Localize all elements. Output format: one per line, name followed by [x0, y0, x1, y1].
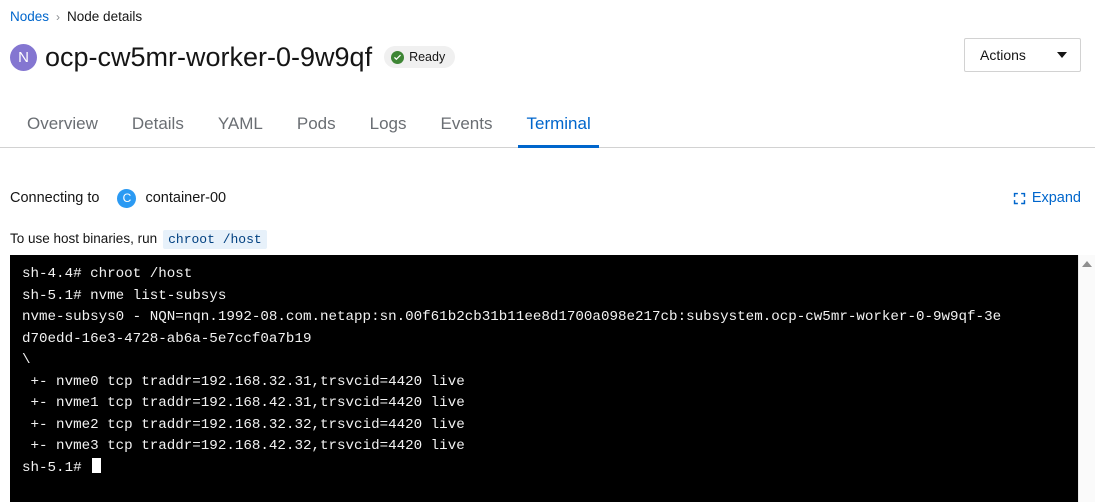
check-circle-icon	[391, 50, 405, 64]
actions-button[interactable]: Actions	[964, 38, 1081, 72]
tab-overview[interactable]: Overview	[10, 100, 115, 147]
chevron-down-icon	[1057, 52, 1067, 58]
tab-label: Terminal	[526, 113, 591, 133]
tab-details[interactable]: Details	[115, 100, 201, 147]
terminal-line: d70edd-16e3-4728-ab6a-5e7ccf0a7b19	[22, 330, 312, 347]
actions-button-label: Actions	[980, 47, 1026, 63]
tab-label: Details	[131, 113, 184, 133]
expand-button[interactable]: Expand	[1013, 190, 1081, 206]
terminal-connection-bar: Connecting to C container-00 Expand	[10, 186, 1081, 210]
terminal-output[interactable]: sh-4.4# chroot /host sh-5.1# nvme list-su…	[10, 255, 1078, 502]
tab-events[interactable]: Events	[424, 100, 510, 147]
tab-pods[interactable]: Pods	[280, 100, 353, 147]
terminal-line: +- nvme2 tcp traddr=192.168.32.32,trsvci…	[22, 416, 465, 433]
expand-label: Expand	[1031, 190, 1081, 206]
node-details-page: Nodes › Node details N ocp-cw5mr-worker-…	[0, 0, 1095, 502]
scroll-up-arrow-icon[interactable]	[1082, 261, 1092, 267]
expand-icon	[1013, 192, 1025, 204]
breadcrumb: Nodes › Node details	[10, 8, 142, 26]
tab-label: Pods	[296, 113, 336, 133]
terminal-line: \	[22, 352, 31, 368]
hint-text: To use host binaries, run	[10, 231, 158, 246]
tab-label: Overview	[27, 113, 98, 133]
tab-yaml[interactable]: YAML	[201, 100, 280, 147]
host-binaries-hint: To use host binaries, run chroot /host	[10, 230, 267, 249]
terminal-line: +- nvme0 tcp traddr=192.168.32.31,trsvci…	[22, 373, 465, 390]
terminal-prompt: sh-5.1#	[22, 459, 91, 476]
breadcrumb-link-nodes[interactable]: Nodes	[10, 8, 49, 26]
tab-label: YAML	[217, 113, 263, 133]
terminal-prompt-line: sh-5.1#	[22, 457, 1074, 480]
terminal-scrollbar[interactable]	[1078, 255, 1095, 502]
page-header: N ocp-cw5mr-worker-0-9w9qf Ready	[10, 36, 1081, 78]
terminal-line: sh-5.1# nvme list-subsys	[22, 287, 227, 304]
connecting-label: Connecting to	[10, 190, 100, 206]
container-name[interactable]: container-00	[145, 190, 226, 206]
page-title: ocp-cw5mr-worker-0-9w9qf	[45, 42, 373, 72]
terminal-panel: sh-4.4# chroot /host sh-5.1# nvme list-su…	[10, 255, 1095, 502]
tab-label: Logs	[369, 113, 407, 133]
terminal-cursor	[92, 457, 102, 473]
tab-terminal[interactable]: Terminal	[509, 100, 607, 148]
status-badge: Ready	[384, 46, 456, 68]
terminal-line: nvme-subsys0 - NQN=nqn.1992-08.com.netap…	[22, 309, 1002, 325]
tab-logs[interactable]: Logs	[353, 100, 424, 147]
status-badge-label: Ready	[409, 50, 446, 64]
breadcrumb-current: Node details	[67, 9, 143, 24]
breadcrumb-separator-icon: ›	[56, 10, 61, 24]
container-icon: C	[117, 188, 137, 208]
hint-command-code: chroot /host	[163, 230, 267, 249]
terminal-line: +- nvme1 tcp traddr=192.168.42.31,trsvci…	[22, 395, 465, 411]
tab-bar: Overview Details YAML Pods Logs Events T…	[0, 100, 1095, 148]
terminal-line: sh-4.4# chroot /host	[22, 266, 193, 282]
tab-label: Events	[440, 113, 493, 133]
terminal-line: +- nvme3 tcp traddr=192.168.42.32,trsvci…	[22, 438, 465, 454]
node-type-icon: N	[10, 43, 37, 71]
